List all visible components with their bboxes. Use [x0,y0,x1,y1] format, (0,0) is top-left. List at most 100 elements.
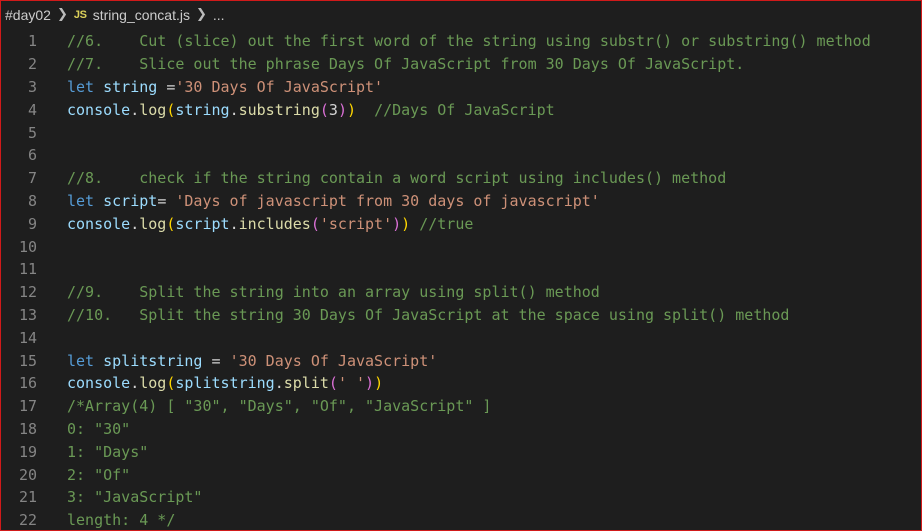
code-text: 1: "Days" [67,443,148,461]
code-token: length: 4 */ [67,511,176,530]
code-token: //6. Cut (slice) out the first word of t… [67,32,871,51]
code-token: 'script' [319,214,393,233]
code-token: 0: "30" [67,419,131,438]
code-text: 3: "JavaScript" [67,488,202,506]
code-text: /*Array(4) [ "30", "Days", "Of", "JavaSc… [67,397,491,415]
breadcrumb: #day02 ❯ JS string_concat.js ❯ ... [1,1,921,29]
breadcrumb-file[interactable]: string_concat.js [93,7,190,23]
editor-window: #day02 ❯ JS string_concat.js ❯ ... 1 //6.… [0,0,922,531]
line-number: 10 [18,237,37,256]
code-text: //7. Slice out the phrase Days Of JavaSc… [67,55,744,73]
code-token: ) [401,214,411,233]
code-token: . [130,374,140,393]
code-token: let [67,351,95,370]
code-text: 2: "Of" [67,466,130,484]
line-number: 13 [18,305,37,324]
code-token: 2: "Of" [67,465,131,484]
code-line[interactable]: 10 [1,235,921,258]
code-line[interactable]: 15 let splitstring = '30 Days Of JavaScri… [1,349,921,372]
code-text: 0: "30" [67,420,130,438]
code-token: '30 Days Of JavaScript' [229,351,438,370]
chevron-right-icon: ❯ [195,6,207,21]
code-text: console.log(script.includes('script')) /… [67,215,473,233]
code-token: //10. Split the string 30 Days Of JavaSc… [67,305,790,324]
code-token: splitstring [175,374,275,393]
code-token: ( [328,374,338,393]
code-token: ) [346,100,356,119]
code-text: console.log(string.substring(3)) //Days … [67,101,555,119]
breadcrumb-more[interactable]: ... [213,7,225,23]
code-text: //9. Split the string into an array usin… [67,283,600,301]
code-line[interactable]: 16 console.log(splitstring.split(' ')) [1,372,921,395]
code-token: '30 Days Of JavaScript' [175,77,384,96]
code-token: ( [310,214,320,233]
code-line[interactable]: 17 /*Array(4) [ "30", "Days", "Of", "Java… [1,395,921,418]
code-token: console [67,100,131,119]
code-text: let splitstring = '30 Days Of JavaScript… [67,352,437,370]
code-line[interactable]: 1 //6. Cut (slice) out the first word of … [1,30,921,53]
code-token: log [139,100,167,119]
code-line[interactable]: 8 let script= 'Days of javascript from 30… [1,190,921,213]
line-number: 3 [27,77,37,96]
code-line[interactable]: 14 [1,326,921,349]
line-number: 15 [18,351,37,370]
code-token: . [274,374,284,393]
code-token: ) [337,100,347,119]
code-token: . [130,100,140,119]
code-line[interactable]: 4 console.log(string.substring(3)) //Days… [1,98,921,121]
line-number: 14 [18,328,37,347]
line-number: 20 [18,465,37,484]
code-token: = [202,351,230,370]
code-token: string [175,100,230,119]
code-line[interactable]: 6 [1,144,921,167]
code-line[interactable]: 9 console.log(script.includes('script')) … [1,212,921,235]
code-token: ( [319,100,329,119]
code-token: = [157,77,176,96]
breadcrumb-folder[interactable]: #day02 [5,7,51,23]
line-number: 9 [27,214,37,233]
line-number: 12 [18,283,37,302]
code-token: ) [365,374,375,393]
code-text: let script= 'Days of javascript from 30 … [67,192,600,210]
code-token: //Days Of JavaScript [374,100,555,119]
code-token: . [229,214,239,233]
code-text: //8. check if the string contain a word … [67,169,726,187]
line-number: 6 [27,146,37,165]
line-number: 7 [27,169,37,188]
line-number: 8 [27,191,37,210]
code-token: . [130,214,140,233]
code-token: //9. Split the string into an array usin… [67,283,600,302]
code-line[interactable]: 20 2: "Of" [1,463,921,486]
code-token: script [175,214,230,233]
code-token: let [67,77,95,96]
code-token: //7. Slice out the phrase Days Of JavaSc… [67,55,745,74]
code-line[interactable]: 18 0: "30" [1,418,921,441]
line-number: 11 [18,260,37,279]
chevron-right-icon: ❯ [56,6,68,21]
code-token: //true [419,214,474,233]
code-line[interactable]: 12 //9. Split the string into an array us… [1,281,921,304]
code-line[interactable]: 22 length: 4 */ [1,509,921,530]
code-token: console [67,374,131,393]
code-editor[interactable]: 1 //6. Cut (slice) out the first word of … [1,30,921,530]
code-text: //6. Cut (slice) out the first word of t… [67,32,871,50]
code-line[interactable]: 13 //10. Split the string 30 Days Of Java… [1,304,921,327]
code-line[interactable]: 11 [1,258,921,281]
code-token: ) [392,214,402,233]
code-token: let [67,191,95,210]
code-line[interactable]: 3 let string ='30 Days Of JavaScript' [1,76,921,99]
code-line[interactable]: 19 1: "Days" [1,440,921,463]
code-line[interactable]: 21 3: "JavaScript" [1,486,921,509]
code-text: length: 4 */ [67,511,175,529]
code-line[interactable]: 2 //7. Slice out the phrase Days Of JavaS… [1,53,921,76]
code-line[interactable]: 5 [1,121,921,144]
js-file-icon: JS [73,9,87,21]
code-text: console.log(splitstring.split(' ')) [67,374,383,392]
line-number: 19 [18,442,37,461]
code-token: ) [374,374,384,393]
line-number: 16 [18,374,37,393]
code-line[interactable]: 7 //8. check if the string contain a word… [1,167,921,190]
line-number: 5 [27,123,37,142]
